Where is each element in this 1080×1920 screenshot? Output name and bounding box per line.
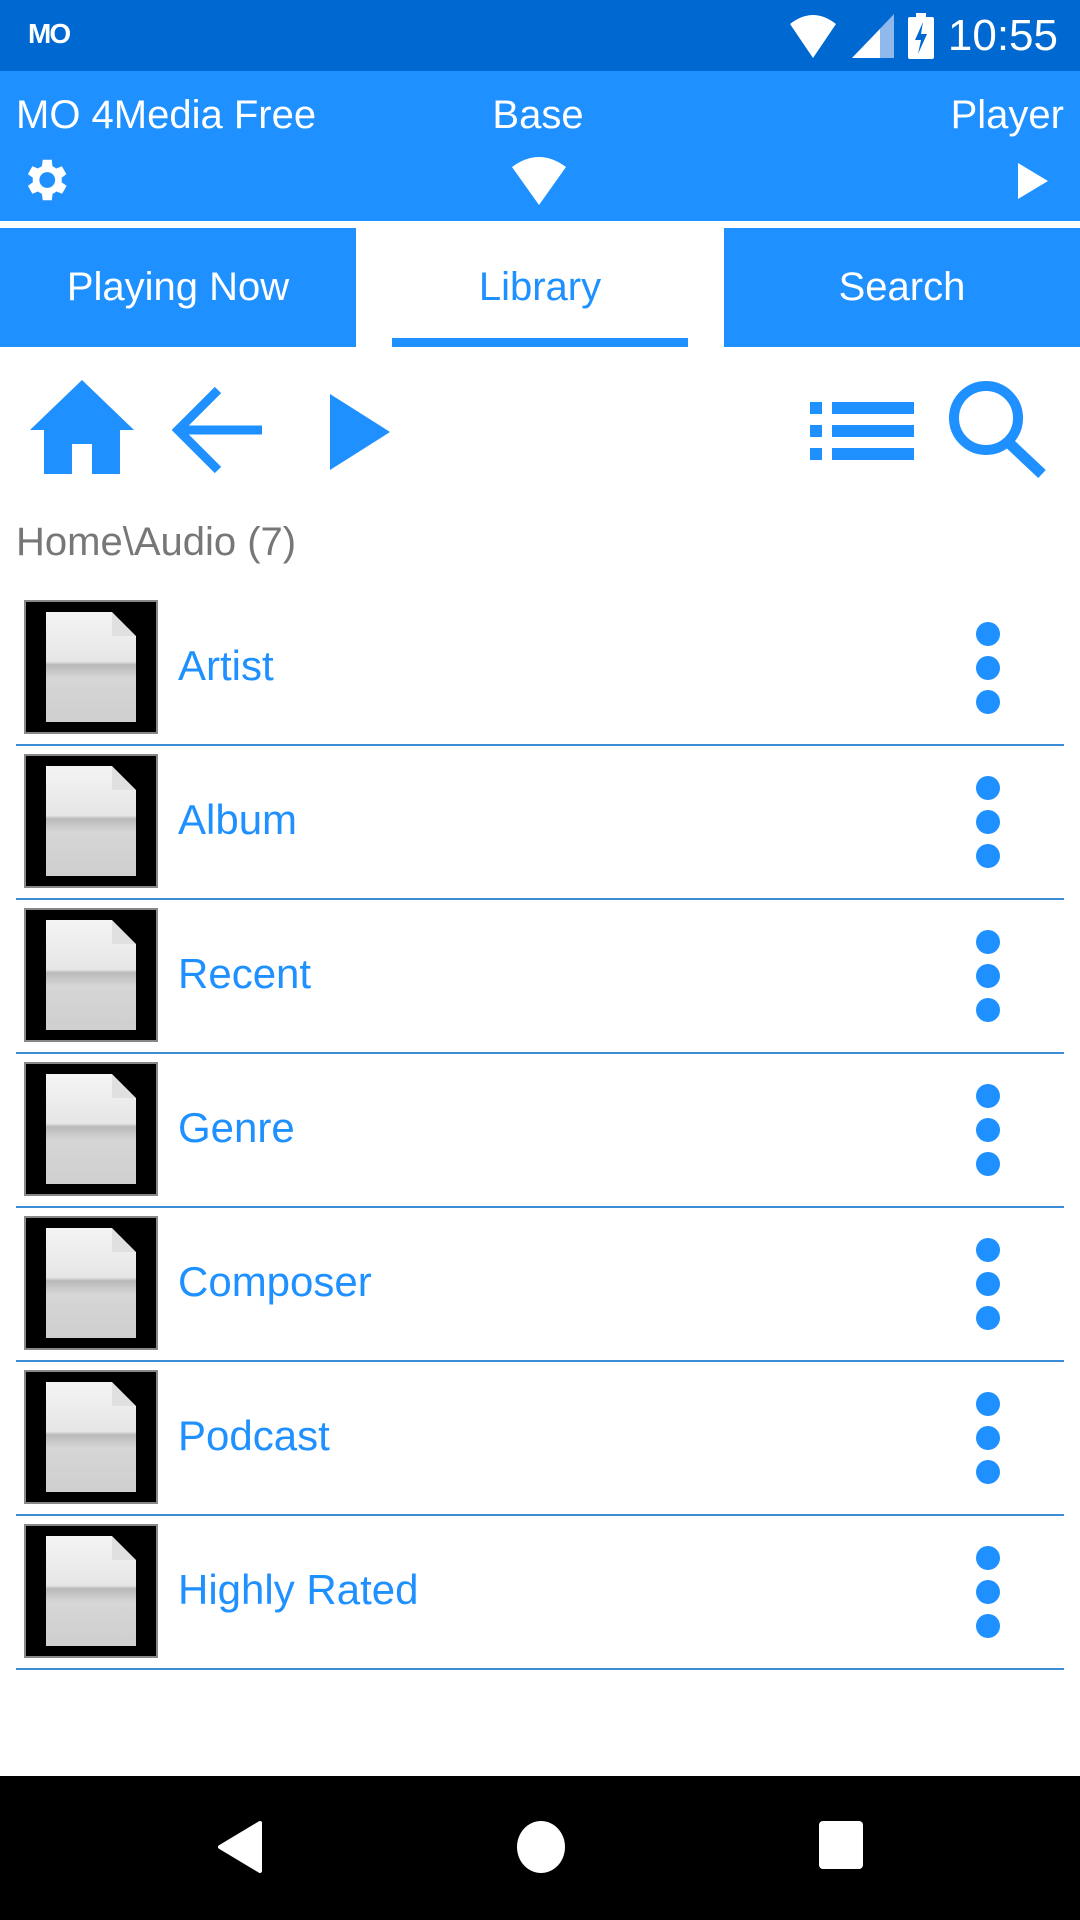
- system-nav-bar: [0, 1776, 1080, 1920]
- play-icon[interactable]: [328, 392, 392, 472]
- more-options-icon[interactable]: [970, 1544, 1006, 1640]
- tab-library[interactable]: Library: [356, 228, 724, 347]
- more-options-icon[interactable]: [970, 1082, 1006, 1178]
- tab-bar: Playing Now Library Search: [0, 228, 1080, 347]
- search-icon[interactable]: [944, 378, 1048, 478]
- battery-charging-icon: [907, 13, 934, 59]
- list-item-label: Composer: [178, 1258, 372, 1305]
- list-item-label: Podcast: [178, 1412, 330, 1459]
- more-options-icon[interactable]: [970, 928, 1006, 1024]
- wifi-icon[interactable]: [510, 155, 568, 205]
- list-item-label: Artist: [178, 642, 274, 689]
- server-label[interactable]: Base: [492, 93, 583, 138]
- list-item[interactable]: Album: [0, 746, 1080, 900]
- file-icon: [24, 1216, 158, 1350]
- more-options-icon[interactable]: [970, 1236, 1006, 1332]
- back-arrow-icon[interactable]: [172, 386, 264, 474]
- file-icon: [24, 1370, 158, 1504]
- home-icon[interactable]: [26, 378, 138, 476]
- app-title: MO 4Media Free: [16, 93, 317, 137]
- back-icon[interactable]: [216, 1820, 264, 1874]
- file-icon: [24, 600, 158, 734]
- list-item-label: Highly Rated: [178, 1566, 419, 1613]
- library-list: Artist Album Recent Genre Composer Podca…: [0, 592, 1080, 1670]
- file-icon: [24, 908, 158, 1042]
- list-item[interactable]: Podcast: [0, 1362, 1080, 1516]
- list-item[interactable]: Highly Rated: [0, 1516, 1080, 1670]
- status-bar: MO 10:55: [0, 0, 1080, 71]
- list-item-label: Genre: [178, 1104, 295, 1151]
- home-icon[interactable]: [516, 1820, 566, 1874]
- player-label[interactable]: Player: [951, 93, 1064, 138]
- tab-search[interactable]: Search: [724, 228, 1080, 347]
- list-item[interactable]: Genre: [0, 1054, 1080, 1208]
- file-icon: [24, 1524, 158, 1658]
- list-item[interactable]: Recent: [0, 900, 1080, 1054]
- file-icon: [24, 1062, 158, 1196]
- app-header: MO 4Media Free Base Player: [0, 71, 1080, 221]
- status-icons: 10:55: [788, 8, 1058, 64]
- more-options-icon[interactable]: [970, 774, 1006, 870]
- active-tab-indicator: [392, 338, 688, 347]
- cell-signal-icon: [851, 14, 894, 58]
- gear-icon[interactable]: [18, 153, 72, 207]
- wifi-icon: [789, 15, 836, 58]
- more-options-icon[interactable]: [970, 1390, 1006, 1486]
- list-item[interactable]: Artist: [0, 592, 1080, 746]
- file-icon: [24, 754, 158, 888]
- list-item-label: Recent: [178, 950, 312, 997]
- app-notification-icon: MO: [28, 18, 71, 49]
- list-view-icon[interactable]: [810, 400, 914, 462]
- list-item[interactable]: Composer: [0, 1208, 1080, 1362]
- divider: [16, 1668, 1064, 1670]
- tab-playing-now[interactable]: Playing Now: [0, 228, 356, 347]
- recents-icon[interactable]: [818, 1820, 864, 1872]
- list-item-label: Album: [178, 796, 298, 843]
- breadcrumb: Home\Audio (7): [16, 520, 297, 564]
- more-options-icon[interactable]: [970, 620, 1006, 716]
- clock: 10:55: [947, 11, 1058, 60]
- play-icon[interactable]: [1016, 161, 1050, 201]
